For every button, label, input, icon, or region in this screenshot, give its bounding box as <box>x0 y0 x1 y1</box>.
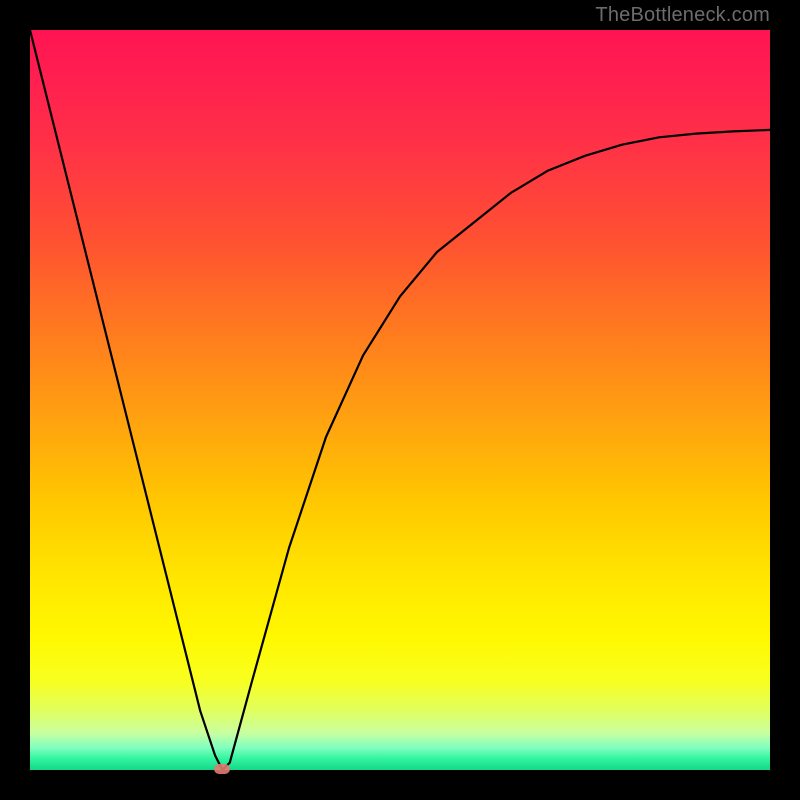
chart-frame: TheBottleneck.com <box>0 0 800 800</box>
optimum-marker <box>214 764 230 774</box>
watermark-label: TheBottleneck.com <box>595 4 770 27</box>
plot-area <box>30 30 770 770</box>
bottleneck-curve <box>30 30 770 770</box>
